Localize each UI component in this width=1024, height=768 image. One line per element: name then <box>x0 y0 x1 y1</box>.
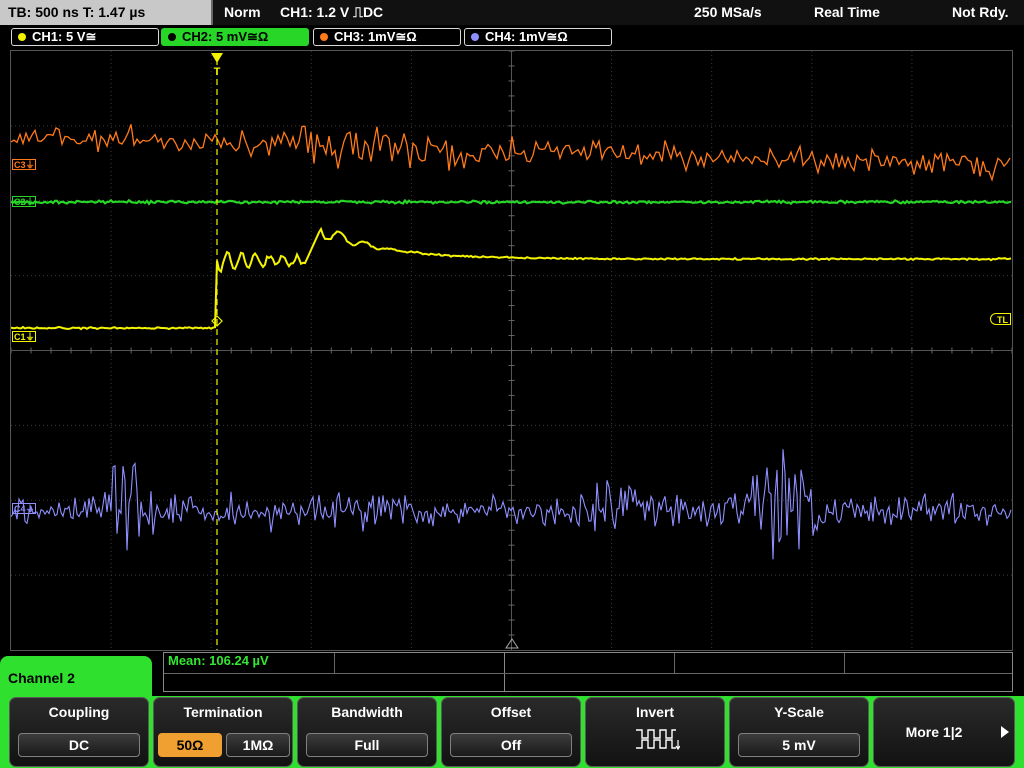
invert-waveform-icon <box>636 729 680 751</box>
offset-value: Off <box>450 733 572 757</box>
acquisition-mode: Real Time <box>814 4 880 20</box>
invert-title: Invert <box>635 704 675 720</box>
ch2-ground-marker[interactable]: C2⏚ <box>12 196 36 207</box>
bandwidth-value: Full <box>306 733 428 757</box>
coupling-value: DC <box>18 733 140 757</box>
offset-softkey[interactable]: Offset Off <box>441 697 581 767</box>
ch1-marker-label: C1 <box>14 332 26 342</box>
trigger-level-label: TL <box>997 315 1008 325</box>
measurement-bar <box>163 652 1013 692</box>
termination-50ohm-option[interactable]: 50Ω <box>158 733 222 757</box>
termination-1mohm-option[interactable]: 1MΩ <box>226 733 290 757</box>
ch1-ground-marker[interactable]: C1⏚ <box>12 331 36 342</box>
ch4-ground-marker[interactable]: C4⏚ <box>12 503 36 514</box>
tab-ch1-label: CH1: 5 V≅ <box>32 29 97 44</box>
timebase-readout[interactable]: TB: 500 ns T: 1.47 µs <box>0 0 213 25</box>
ch3-color-dot-icon <box>320 33 328 41</box>
y-scale-softkey[interactable]: Y-Scale 5 mV <box>729 697 869 767</box>
offset-title: Offset <box>490 704 532 720</box>
ch4-marker-label: C4 <box>14 504 26 514</box>
invert-softkey[interactable]: Invert <box>585 697 725 767</box>
tab-ch2-label: CH2: 5 mV≅Ω <box>182 29 269 44</box>
termination-title: Termination <box>183 704 263 720</box>
ch4-color-dot-icon <box>471 33 479 41</box>
ready-status: Not Rdy. <box>952 4 1009 20</box>
ch3-marker-label: C3 <box>14 160 26 170</box>
waveform-display[interactable]: T <box>10 50 1013 651</box>
y-scale-value: 5 mV <box>738 733 860 757</box>
trigger-position-marker-icon[interactable] <box>211 53 223 63</box>
trigger-position-label: T <box>214 66 221 78</box>
tab-ch3-label: CH3: 1mV≅Ω <box>334 29 417 44</box>
termination-softkey[interactable]: Termination 50Ω 1MΩ <box>153 697 293 767</box>
tab-ch3[interactable]: CH3: 1mV≅Ω <box>313 28 461 46</box>
measurement-mean[interactable]: Mean: 106.24 µV <box>168 653 269 668</box>
trigger-mode[interactable]: Norm <box>224 0 261 25</box>
sample-rate: 250 MSa/s <box>694 4 762 20</box>
tab-ch4[interactable]: CH4: 1mV≅Ω <box>464 28 612 46</box>
more-softkey[interactable]: More 1|2 <box>873 697 1015 767</box>
trigger-level-marker[interactable]: TL <box>990 313 1011 325</box>
waveform-canvas: T <box>11 51 1012 650</box>
tab-ch4-label: CH4: 1mV≅Ω <box>485 29 568 44</box>
tab-ch1[interactable]: CH1: 5 V≅ <box>11 28 159 46</box>
bandwidth-softkey[interactable]: Bandwidth Full <box>297 697 437 767</box>
ch3-waveform <box>11 124 1011 182</box>
ch1-color-dot-icon <box>18 33 26 41</box>
coupling-softkey[interactable]: Coupling DC <box>9 697 149 767</box>
more-label: More 1|2 <box>905 724 963 740</box>
bandwidth-title: Bandwidth <box>331 704 403 720</box>
y-scale-title: Y-Scale <box>774 704 824 720</box>
channel-menu-label: Channel 2 <box>8 670 75 686</box>
ch3-ground-marker[interactable]: C3⏚ <box>12 159 36 170</box>
trigger-readout[interactable]: CH1: 1.2 V ⎍DC <box>280 0 383 25</box>
coupling-title: Coupling <box>48 704 110 720</box>
next-page-arrow-icon <box>1001 726 1009 738</box>
ch2-marker-label: C2 <box>14 197 26 207</box>
tab-ch2[interactable]: CH2: 5 mV≅Ω <box>161 28 309 46</box>
ch2-color-dot-icon <box>168 33 176 41</box>
